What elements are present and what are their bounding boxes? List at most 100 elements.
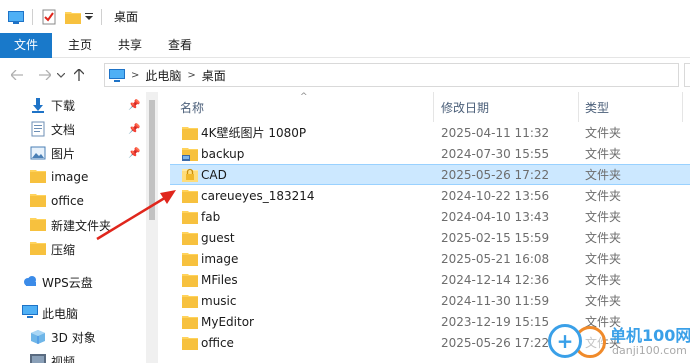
picture-icon — [30, 145, 46, 161]
nav-item-label: 此电脑 — [42, 306, 79, 321]
shared-folder-icon — [182, 147, 198, 161]
file-type: 文件夹 — [585, 126, 622, 140]
file-name[interactable]: backup — [201, 147, 244, 161]
file-name[interactable]: fab — [201, 210, 220, 224]
watermark-url: danji100.com — [612, 344, 687, 357]
folder-icon — [182, 273, 198, 287]
nav-item-videos[interactable]: 视频 — [0, 349, 142, 363]
folder-icon — [182, 252, 198, 266]
sort-ascending-icon: ^ — [300, 92, 308, 102]
column-separator[interactable] — [682, 92, 683, 122]
column-separator[interactable] — [578, 92, 579, 122]
nav-item-this-pc[interactable]: 此电脑 — [0, 301, 142, 325]
nav-scrollbar-thumb[interactable] — [149, 100, 155, 220]
back-arrow-icon[interactable] — [6, 64, 28, 86]
folder-icon — [30, 241, 46, 257]
cloud-icon — [22, 274, 38, 290]
column-header-date[interactable]: 修改日期 — [441, 92, 489, 122]
chevron-right-icon[interactable]: > — [187, 70, 195, 81]
nav-item-label: image — [51, 170, 89, 184]
file-name[interactable]: music — [201, 294, 236, 308]
nav-item-label: 新建文件夹 — [51, 218, 112, 233]
column-header-name[interactable]: 名称 — [180, 92, 204, 122]
nav-item-label: 视频 — [51, 354, 76, 363]
nav-item-label: office — [51, 194, 84, 208]
nav-item-downloads[interactable]: 下载 📌 — [0, 93, 142, 117]
file-type: 文件夹 — [585, 168, 622, 182]
folder-icon — [182, 189, 198, 203]
file-name[interactable]: careueyes_183214 — [201, 189, 315, 203]
file-date: 2025-05-26 17:22 — [441, 335, 550, 350]
ribbon-tabs: 文件 主页 共享 查看 — [0, 33, 690, 58]
file-type: 文件夹 — [585, 147, 622, 161]
pin-icon[interactable]: 📌 — [128, 124, 140, 135]
file-type: 文件夹 — [585, 231, 622, 245]
nav-item-label: 3D 对象 — [51, 330, 96, 345]
pin-icon[interactable]: 📌 — [128, 148, 140, 159]
breadcrumb-desktop[interactable]: 桌面 — [202, 67, 226, 84]
download-icon — [30, 97, 46, 113]
file-type: 文件夹 — [585, 189, 622, 203]
file-date: 2024-04-10 13:43 — [441, 209, 550, 224]
column-header-type[interactable]: 类型 — [585, 92, 609, 122]
tab-file[interactable]: 文件 — [0, 33, 52, 58]
file-row[interactable]: music 2024-11-30 11:59 文件夹 — [170, 290, 690, 311]
new-folder-icon[interactable] — [65, 9, 81, 25]
folder-icon — [30, 193, 46, 209]
nav-item-new-folder[interactable]: 新建文件夹 — [0, 213, 142, 237]
computer-icon — [22, 305, 38, 321]
column-separator[interactable] — [433, 92, 434, 122]
nav-item-3d-objects[interactable]: 3D 对象 — [0, 325, 142, 349]
site-watermark: + 单机100网 danji100.com — [540, 320, 690, 363]
file-row[interactable]: backup 2024-07-30 15:55 文件夹 — [170, 143, 690, 164]
file-date: 2024-11-30 11:59 — [441, 293, 550, 308]
file-row[interactable]: CAD 2025-05-26 17:22 文件夹 — [170, 164, 690, 185]
customize-toolbar-icon[interactable] — [85, 9, 93, 25]
properties-icon[interactable] — [41, 9, 57, 25]
file-name[interactable]: MyEditor — [201, 315, 254, 329]
nav-item-compress[interactable]: 压缩 — [0, 237, 142, 261]
locked-folder-icon — [182, 168, 198, 182]
nav-item-label: 图片 — [51, 146, 76, 161]
file-name[interactable]: office — [201, 336, 234, 350]
file-date: 2025-04-11 11:32 — [441, 125, 550, 140]
3d-objects-icon — [30, 329, 46, 345]
this-pc-icon — [109, 68, 125, 82]
chevron-right-icon[interactable]: > — [131, 70, 139, 81]
nav-item-image[interactable]: image — [0, 165, 142, 189]
search-box[interactable] — [684, 63, 690, 87]
file-name[interactable]: CAD — [201, 168, 227, 182]
file-name[interactable]: image — [201, 252, 238, 266]
file-date: 2023-12-19 15:15 — [441, 314, 550, 329]
file-name[interactable]: MFiles — [201, 273, 238, 287]
file-row[interactable]: fab 2024-04-10 13:43 文件夹 — [170, 206, 690, 227]
pin-icon[interactable]: 📌 — [128, 100, 140, 111]
nav-item-office[interactable]: office — [0, 189, 142, 213]
nav-item-wps-cloud[interactable]: WPS云盘 — [0, 270, 142, 294]
title-bar: 桌面 — [0, 0, 690, 33]
file-row[interactable]: image 2025-05-21 16:08 文件夹 — [170, 248, 690, 269]
forward-arrow-icon[interactable] — [34, 64, 56, 86]
file-row[interactable]: guest 2025-02-15 15:59 文件夹 — [170, 227, 690, 248]
address-bar[interactable]: > 此电脑 > 桌面 — [104, 63, 679, 87]
separator — [101, 8, 102, 25]
nav-item-label: 下载 — [51, 98, 76, 113]
folder-icon — [182, 294, 198, 308]
file-name[interactable]: 4K壁纸图片 1080P — [201, 124, 306, 141]
file-name[interactable]: guest — [201, 231, 235, 245]
file-row[interactable]: careueyes_183214 2024-10-22 13:56 文件夹 — [170, 185, 690, 206]
recent-locations-icon[interactable] — [56, 64, 66, 86]
file-row[interactable]: 4K壁纸图片 1080P 2025-04-11 11:32 文件夹 — [170, 122, 690, 143]
tab-share[interactable]: 共享 — [105, 33, 155, 58]
up-arrow-icon[interactable] — [68, 64, 90, 86]
file-row[interactable]: MFiles 2024-12-14 12:36 文件夹 — [170, 269, 690, 290]
watermark-plus-icon: + — [548, 324, 582, 358]
folder-icon — [30, 217, 46, 233]
nav-item-documents[interactable]: 文档 📌 — [0, 117, 142, 141]
breadcrumb-this-pc[interactable]: 此电脑 — [145, 67, 181, 84]
file-type: 文件夹 — [585, 252, 622, 266]
tab-home[interactable]: 主页 — [55, 33, 105, 58]
nav-scrollbar[interactable] — [146, 92, 158, 363]
tab-view[interactable]: 查看 — [155, 33, 205, 58]
nav-item-pictures[interactable]: 图片 📌 — [0, 141, 142, 165]
